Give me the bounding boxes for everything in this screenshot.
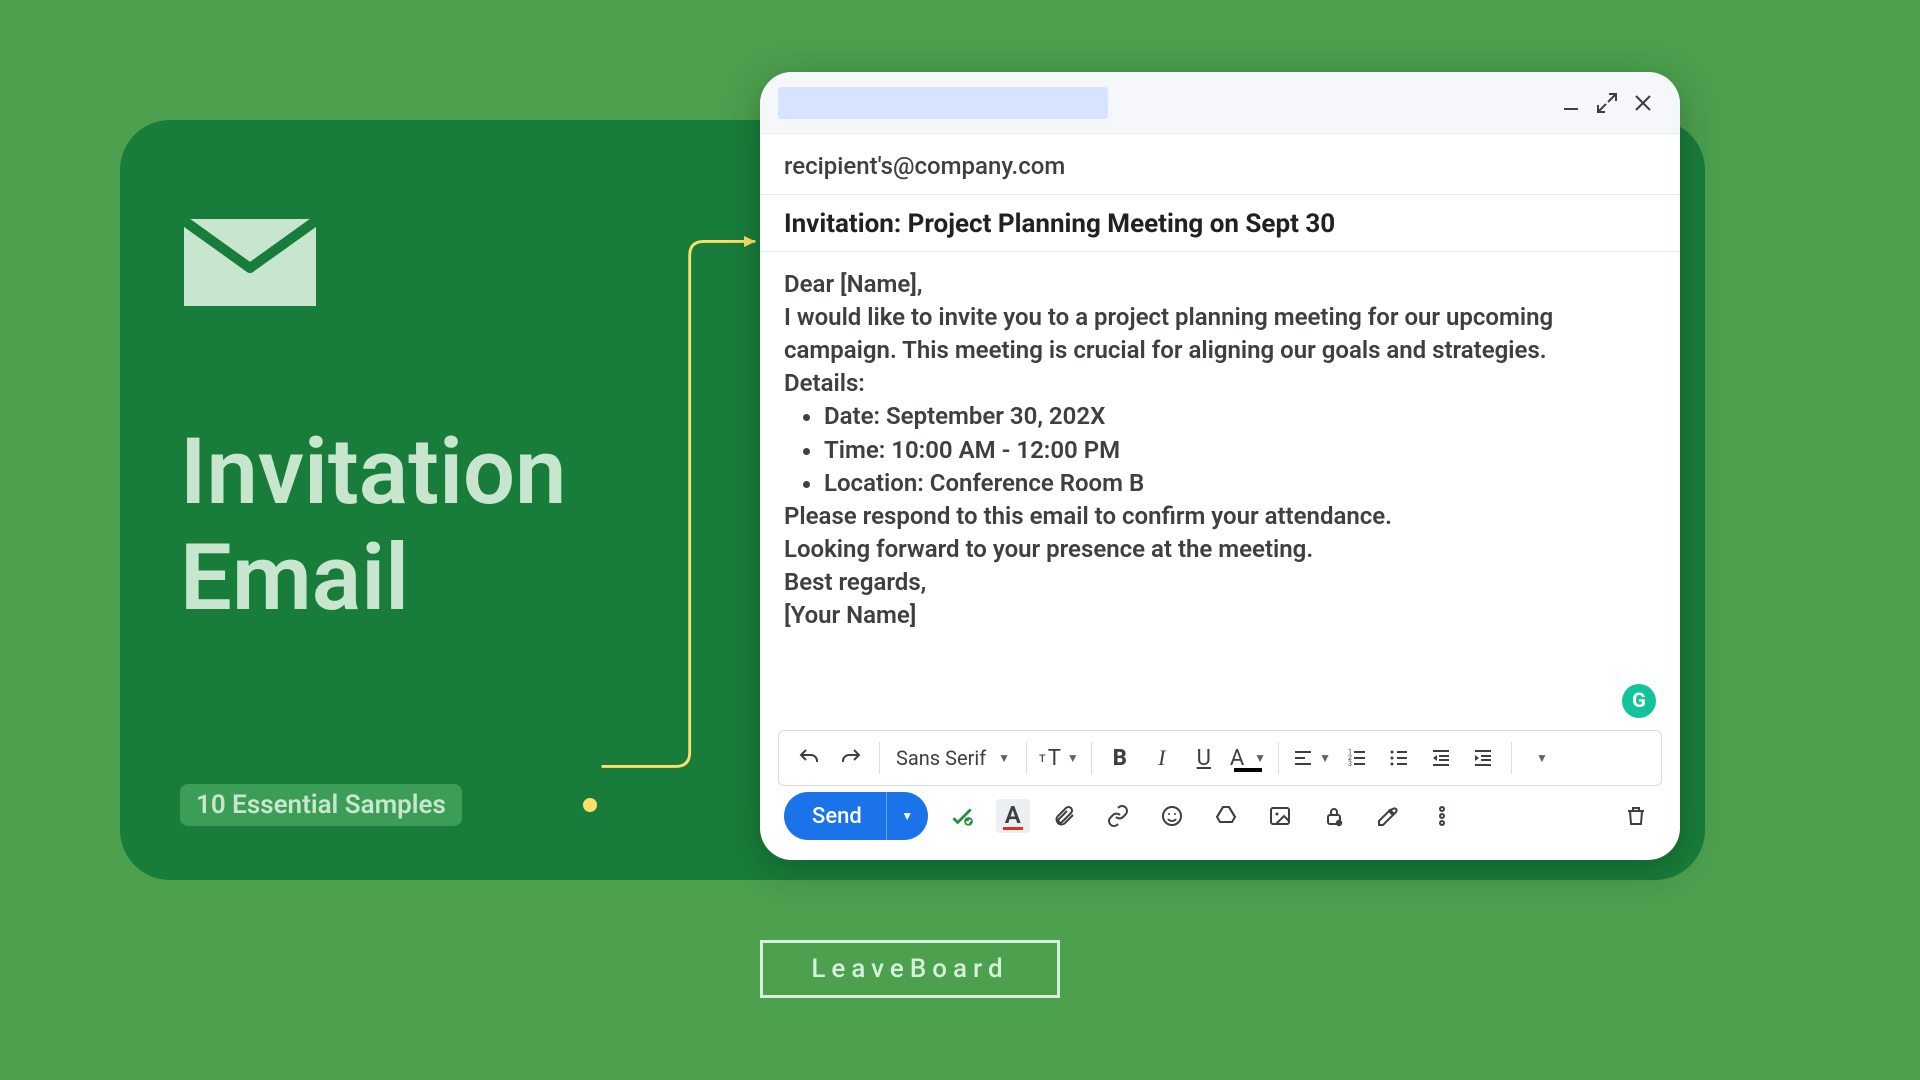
samples-badge: 10 Essential Samples: [180, 784, 462, 826]
more-formatting-dropdown[interactable]: ▼: [1520, 738, 1560, 778]
compose-titlebar: [760, 72, 1680, 134]
bullet-list-button[interactable]: [1379, 738, 1419, 778]
font-size-dropdown[interactable]: тT ▼: [1035, 738, 1083, 778]
underline-button[interactable]: U: [1184, 738, 1224, 778]
chevron-down-icon: ▼: [901, 809, 913, 823]
insert-emoji-button[interactable]: [1152, 796, 1192, 836]
bold-button[interactable]: B: [1100, 738, 1140, 778]
attach-file-button[interactable]: [1044, 796, 1084, 836]
more-options-button[interactable]: [1422, 796, 1462, 836]
font-label: Sans Serif: [896, 746, 986, 770]
insert-link-button[interactable]: [1098, 796, 1138, 836]
detail-item: Date: September 30, 202X: [824, 400, 1656, 433]
send-options-dropdown[interactable]: ▼: [886, 792, 928, 840]
chevron-down-icon: ▼: [1319, 751, 1331, 765]
send-button[interactable]: Send: [784, 792, 886, 840]
compose-window: recipient's@company.com Invitation: Proj…: [760, 72, 1680, 860]
text-format-button[interactable]: A: [996, 799, 1030, 833]
align-dropdown[interactable]: ▼: [1287, 738, 1335, 778]
chevron-down-icon: ▼: [1254, 751, 1266, 765]
text-color-dropdown[interactable]: A▼: [1226, 738, 1270, 778]
body-closing-1: Looking forward to your presence at the …: [784, 533, 1656, 566]
insert-image-button[interactable]: [1260, 796, 1300, 836]
detail-item: Location: Conference Room B: [824, 467, 1656, 500]
body-closing-2: Best regards,: [784, 566, 1656, 599]
body-details-label: Details:: [784, 367, 1656, 400]
chevron-down-icon: ▼: [1067, 751, 1079, 765]
font-family-dropdown[interactable]: Sans Serif ▼: [888, 738, 1018, 778]
envelope-icon: [175, 210, 325, 315]
insert-signature-button[interactable]: [1368, 796, 1408, 836]
minimize-button[interactable]: [1558, 90, 1584, 116]
indent-decrease-button[interactable]: [1421, 738, 1461, 778]
discard-draft-button[interactable]: [1616, 796, 1656, 836]
chevron-down-icon: ▼: [1536, 751, 1548, 765]
recipient-field[interactable]: recipient's@company.com: [760, 134, 1680, 195]
window-controls: [1558, 90, 1656, 116]
brand-badge: LeaveBoard: [760, 940, 1060, 998]
body-signature: [Your Name]: [784, 599, 1656, 632]
send-button-group: Send ▼: [784, 792, 928, 840]
body-rsvp: Please respond to this email to confirm …: [784, 500, 1656, 533]
detail-item: Time: 10:00 AM - 12:00 PM: [824, 434, 1656, 467]
body-greeting: Dear [Name],: [784, 268, 1656, 301]
numbered-list-button[interactable]: 123: [1337, 738, 1377, 778]
compose-bottom-toolbar: Send ▼ A: [760, 786, 1680, 860]
body-details-list: Date: September 30, 202X Time: 10:00 AM …: [824, 400, 1656, 499]
undo-button[interactable]: [789, 738, 829, 778]
connector-dot: [583, 798, 597, 812]
grammarly-icon[interactable]: G: [1622, 684, 1656, 718]
format-toolbar: Sans Serif ▼ тT ▼ B I U A▼ ▼ 123: [778, 730, 1662, 786]
svg-text:3: 3: [1348, 760, 1352, 768]
confidential-mode-button[interactable]: [1314, 796, 1354, 836]
title-line-2: Email: [180, 526, 566, 632]
spellcheck-icon[interactable]: [942, 796, 982, 836]
title-chip: [778, 87, 1108, 119]
indent-increase-button[interactable]: [1463, 738, 1503, 778]
page-title: Invitation Email: [180, 420, 566, 632]
subject-field[interactable]: Invitation: Project Planning Meeting on …: [760, 195, 1680, 252]
email-body[interactable]: Dear [Name], I would like to invite you …: [760, 252, 1680, 730]
insert-drive-button[interactable]: [1206, 796, 1246, 836]
chevron-down-icon: ▼: [998, 751, 1010, 765]
body-intro: I would like to invite you to a project …: [784, 301, 1656, 367]
italic-button[interactable]: I: [1142, 738, 1182, 778]
title-line-1: Invitation: [180, 420, 566, 526]
close-button[interactable]: [1630, 90, 1656, 116]
expand-button[interactable]: [1594, 90, 1620, 116]
redo-button[interactable]: [831, 738, 871, 778]
